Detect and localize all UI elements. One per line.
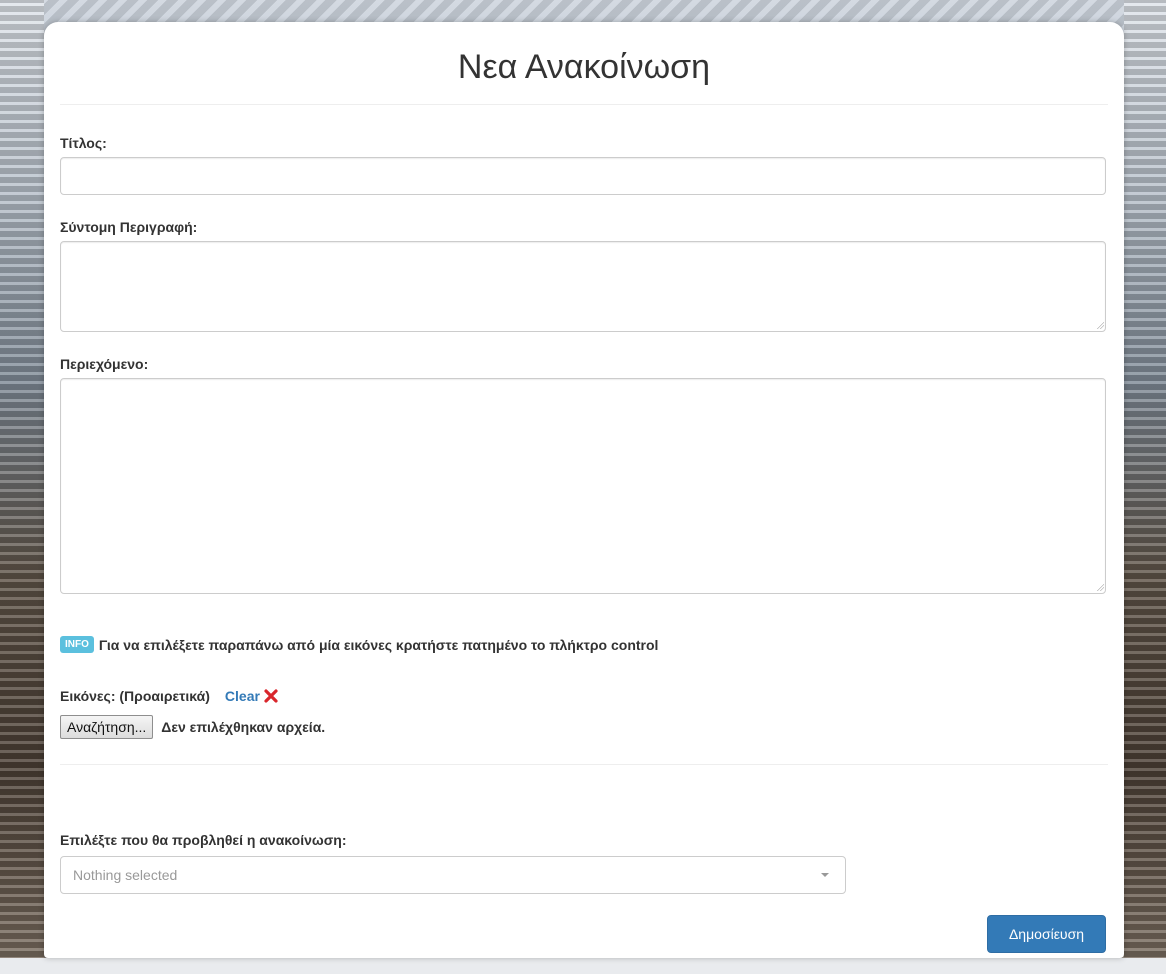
title-label: Τίτλος: bbox=[60, 135, 107, 151]
announcement-form-card: Νεα Ανακοίνωση Τίτλος: Σύντομη Περιγραφή… bbox=[44, 22, 1124, 958]
title-input[interactable] bbox=[60, 157, 1106, 195]
display-location-select[interactable]: Nothing selected bbox=[60, 856, 846, 894]
page-title: Νεα Ανακοίνωση bbox=[457, 48, 711, 86]
browse-button[interactable]: Αναζήτηση... bbox=[60, 715, 154, 739]
display-location-label: Επιλέξτε που θα προβληθεί η ανακοίνωση: bbox=[60, 832, 347, 848]
images-row: Εικόνες: (Προαιρετικά) Clear bbox=[60, 688, 278, 704]
no-files-text: Δεν επιλέχθηκαν αρχεία. bbox=[161, 719, 326, 735]
background-photo-left bbox=[0, 0, 44, 960]
content-label: Περιεχόμενο: bbox=[60, 356, 149, 372]
caret-down-icon bbox=[821, 873, 829, 877]
images-label: Εικόνες: (Προαιρετικά) bbox=[60, 688, 210, 704]
background-photo-right bbox=[1124, 0, 1166, 960]
resize-handle-icon[interactable] bbox=[1096, 583, 1104, 591]
divider bbox=[60, 104, 1108, 105]
clear-link[interactable]: Clear bbox=[225, 688, 260, 704]
file-input-row: Αναζήτηση... Δεν επιλέχθηκαν αρχεία. bbox=[60, 715, 325, 739]
content-textarea[interactable] bbox=[60, 378, 1106, 594]
footer-strip bbox=[0, 958, 1166, 974]
info-badge: INFO bbox=[60, 636, 94, 653]
short-description-label: Σύντομη Περιγραφή: bbox=[60, 219, 198, 235]
info-text: Για να επιλέξετε παραπάνω από μία εικόνε… bbox=[98, 636, 659, 653]
select-value: Nothing selected bbox=[73, 867, 178, 883]
info-note: INFO Για να επιλέξετε παραπάνω από μία ε… bbox=[60, 636, 658, 653]
resize-handle-icon[interactable] bbox=[1096, 321, 1104, 329]
publish-button[interactable]: Δημοσίευση bbox=[987, 915, 1106, 953]
short-description-textarea[interactable] bbox=[60, 241, 1106, 332]
red-x-icon[interactable] bbox=[264, 689, 278, 703]
divider bbox=[60, 764, 1108, 765]
